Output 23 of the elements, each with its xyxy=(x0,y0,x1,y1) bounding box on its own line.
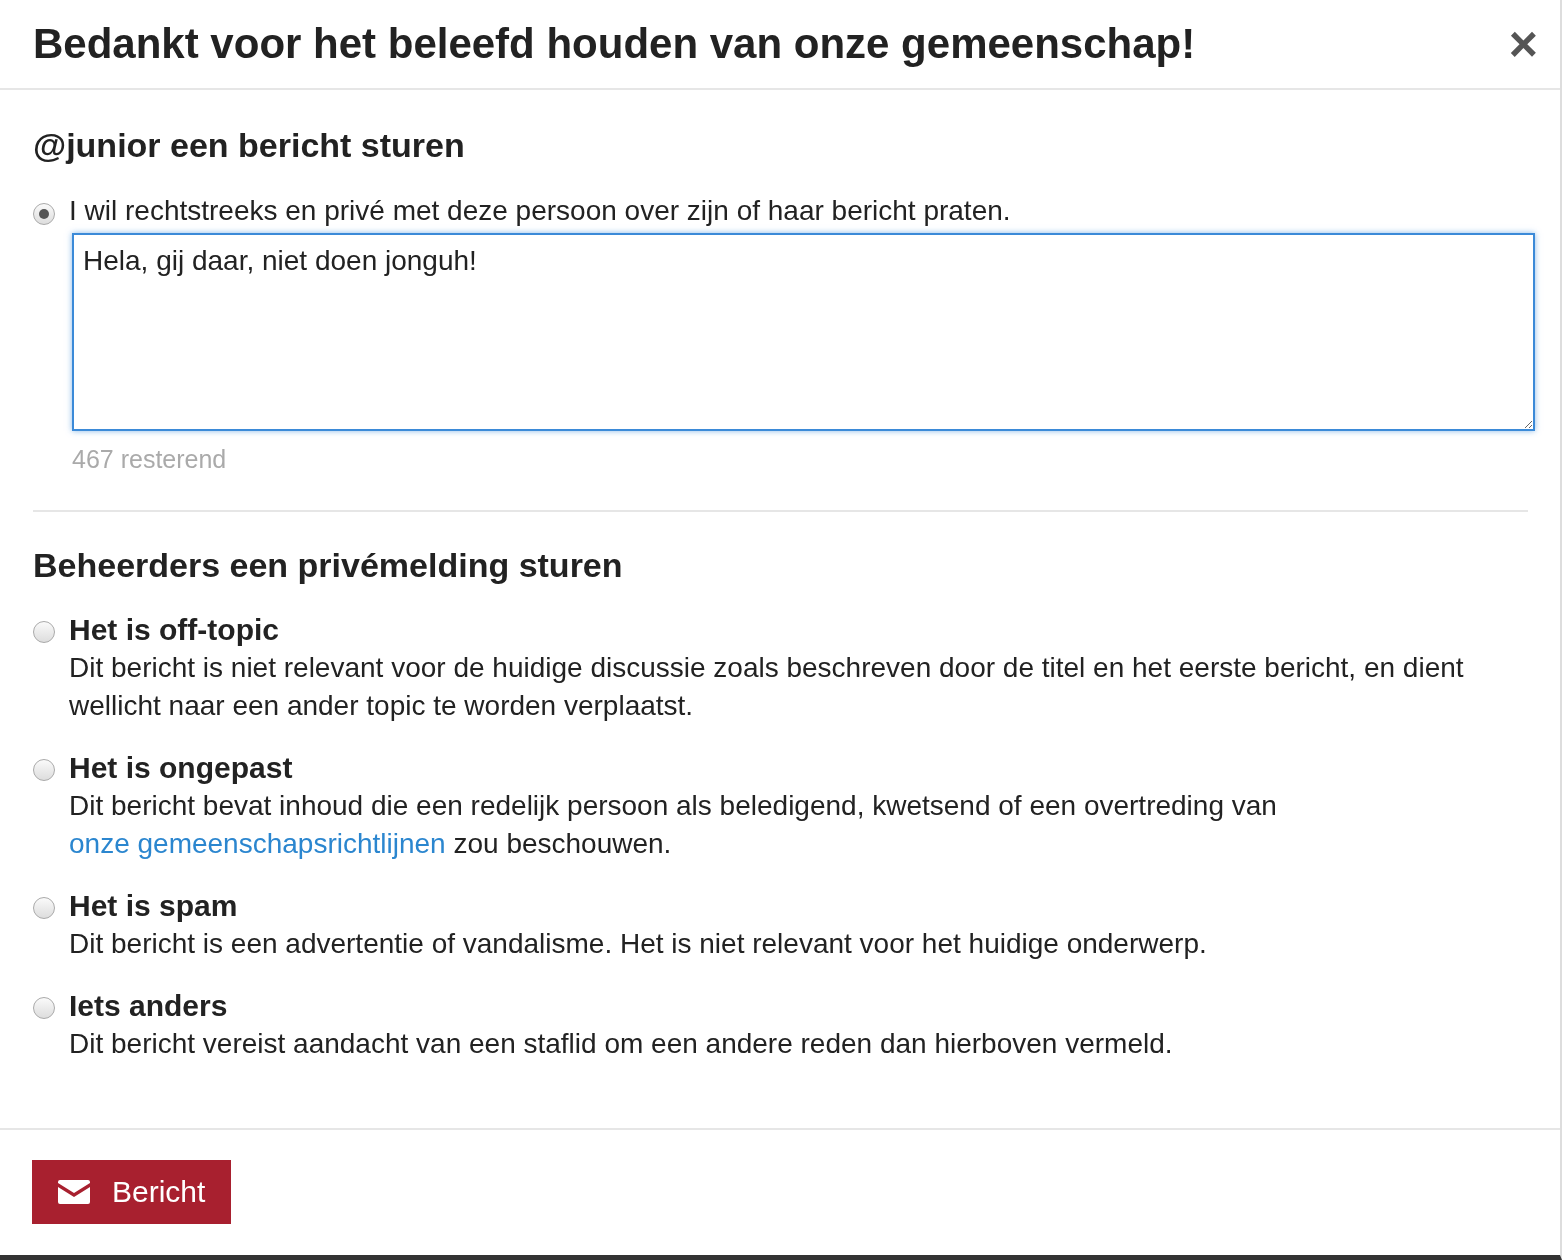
option-title: Het is off-topic xyxy=(69,613,280,647)
radio-button[interactable] xyxy=(33,621,55,643)
option-title: Het is spam xyxy=(69,889,239,923)
radio-button[interactable] xyxy=(33,203,55,225)
radio-button[interactable] xyxy=(33,897,55,919)
option-description: Dit bericht is niet relevant voor de huidige discussie zoals beschreven door de titel en het eerste bericht, en dient wellicht naar een ander topic te worden verplaatst. xyxy=(69,651,1465,723)
radio-button[interactable] xyxy=(33,759,55,781)
option-description: Dit bericht bevat inhoud die een redelijk persoon als beledigend, kwetsend of een overtreding van onze gemeenschapsrichtlijnen zou beschouwen. xyxy=(69,789,1278,861)
radio-label: I wil rechtstreeks en privé met deze persoon over zijn of haar bericht praten. xyxy=(69,195,1011,227)
remaining-count: 467 resterend xyxy=(72,445,228,474)
guidelines-link[interactable]: onze gemeenschapsrichtlijnen xyxy=(69,828,446,859)
send-button[interactable]: Bericht xyxy=(32,1160,232,1224)
radio-button[interactable] xyxy=(33,997,55,1019)
section-heading: @junior een bericht sturen xyxy=(33,126,466,165)
envelope-icon xyxy=(58,1180,90,1204)
dialog-title: Bedankt voor het beleefd houden van onze gemeenschap! xyxy=(33,20,1196,68)
close-button[interactable]: × xyxy=(1502,19,1544,69)
option-description: Dit bericht vereist aandacht van een staflid om een andere reden dan hierboven vermeld. xyxy=(69,1027,1174,1061)
option-title: Het is ongepast xyxy=(69,751,294,785)
section-heading: Beheerders een privémelding sturen xyxy=(33,546,624,585)
option-title: Iets anders xyxy=(69,989,229,1023)
message-field[interactable]: Hela, gij daar, niet doen jonguh! xyxy=(72,233,1535,431)
option-description: Dit bericht is een advertentie of vandalisme. Het is niet relevant voor het huidige onderwerp. xyxy=(69,927,1208,961)
